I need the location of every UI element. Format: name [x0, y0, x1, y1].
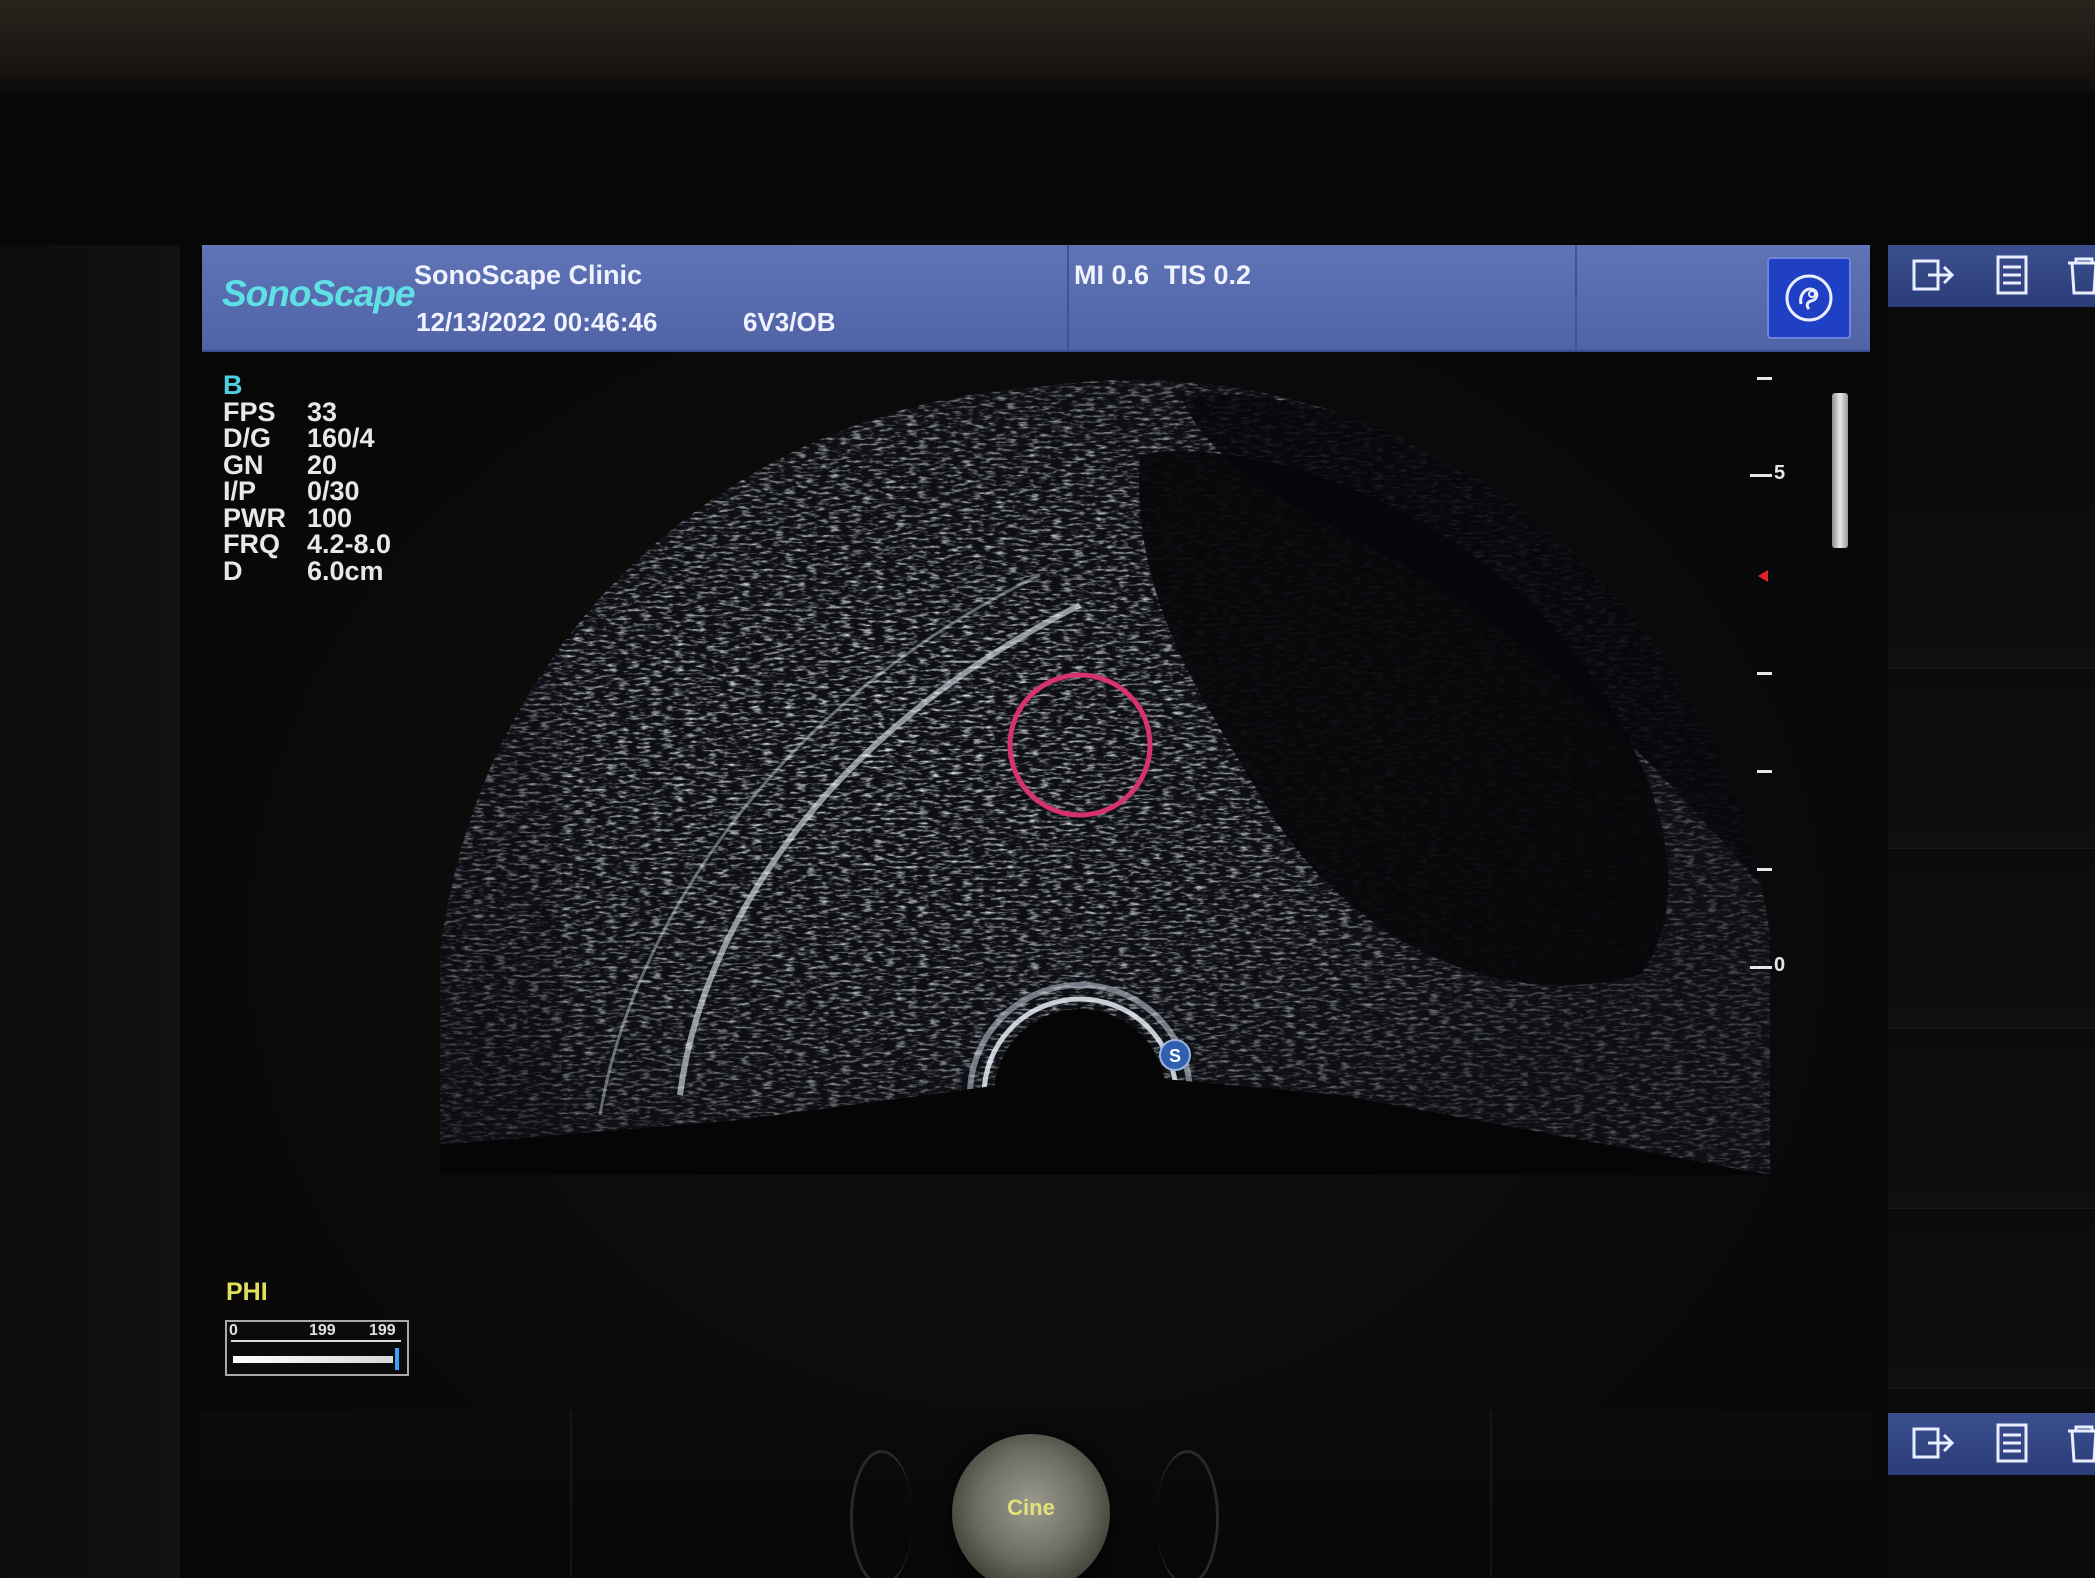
thumbnail-slot[interactable] — [1888, 1030, 2095, 1209]
header-divider — [1575, 245, 1577, 350]
param-value: 33 — [307, 396, 338, 427]
probe-preset: 6V3/OB — [743, 307, 836, 337]
param-key: D — [223, 555, 243, 586]
mi-tis-readout: MI 0.6 TIS 0.2 — [1074, 260, 1252, 290]
param-row: PWR 100 — [223, 502, 391, 533]
delete-icon[interactable] — [2060, 255, 2095, 295]
depth-tick — [1757, 672, 1772, 675]
cine-button[interactable]: Cine — [952, 1434, 1110, 1578]
thumbnail-slot[interactable] — [1888, 850, 2095, 1029]
param-key: GN — [223, 449, 264, 480]
thumbnail-slot[interactable] — [1888, 490, 2095, 669]
param-key: D/G — [223, 423, 272, 453]
param-value: 0/30 — [307, 476, 360, 506]
phi-slider-handle[interactable] — [395, 1348, 399, 1370]
thumbnail-slot[interactable] — [1888, 1210, 2095, 1389]
param-row: D 6.0cm — [223, 555, 391, 586]
export-icon[interactable] — [1910, 255, 1958, 295]
param-value: 160/4 — [307, 423, 375, 453]
param-row: FPS 33 — [223, 396, 391, 427]
depth-tick — [1750, 966, 1772, 969]
phi-scale-min: 0 — [229, 1322, 238, 1339]
depth-tick — [1757, 770, 1772, 773]
depth-tick — [1757, 868, 1772, 871]
param-key: I/P — [223, 476, 257, 506]
param-row: FRQ 4.2-8.0 — [223, 531, 391, 558]
fetus-icon[interactable] — [1767, 257, 1851, 339]
phi-scale-line — [231, 1340, 401, 1342]
param-row: D/G 160/4 — [223, 425, 391, 452]
phi-label: PHI — [226, 1278, 268, 1306]
param-key: PWR — [223, 502, 286, 533]
delete-icon[interactable] — [2060, 1423, 2095, 1463]
cine-forward-arc[interactable] — [1156, 1450, 1219, 1578]
report-icon[interactable] — [1988, 1423, 2036, 1463]
cine-rewind-arc[interactable] — [850, 1450, 913, 1578]
param-row: GN 20 — [223, 449, 391, 480]
param-key: FPS — [223, 396, 276, 427]
report-icon[interactable] — [1988, 255, 2036, 295]
left-panel — [0, 245, 180, 1578]
ultrasound-sector-image[interactable]: S — [440, 375, 1780, 1175]
focus-marker[interactable] — [1758, 570, 1768, 582]
depth-label: 5 — [1774, 462, 1786, 484]
exam-datetime: 12/13/2022 00:46:46 — [416, 307, 658, 337]
phi-bar — [233, 1356, 393, 1363]
acquisition-parameters: B FPS 33 D/G 160/4 GN 20 I/P 0/30 PWR 100 FRQ… — [223, 372, 391, 584]
sidebar-toolbar-bottom — [1888, 1413, 2095, 1475]
phi-scale-max: 199 — [369, 1322, 396, 1339]
imaging-mode: B — [223, 370, 243, 400]
grayscale-bar — [1832, 393, 1848, 548]
depth-tick — [1750, 474, 1772, 477]
cine-control: Cine — [840, 1420, 1220, 1578]
thumbnail-slot[interactable] — [1888, 670, 2095, 849]
header-divider — [1067, 245, 1069, 350]
sidebar-toolbar-top — [1888, 245, 2095, 307]
param-value: 4.2-8.0 — [307, 529, 392, 559]
phi-scale-mid: 199 — [309, 1322, 336, 1339]
clinic-name: SonoScape Clinic — [414, 260, 643, 290]
sonoscape-logo: SonoScape — [222, 273, 415, 314]
depth-scale: 5 0 — [1740, 370, 1800, 980]
export-icon[interactable] — [1910, 1423, 1958, 1463]
depth-tick — [1757, 377, 1772, 380]
right-sidebar — [1888, 245, 2095, 1578]
orientation-marker: S — [1159, 1039, 1191, 1071]
phi-gauge[interactable]: 0 199 199 — [225, 1320, 409, 1376]
depth-label: 0 — [1774, 954, 1786, 976]
param-value: 20 — [307, 449, 338, 480]
param-value: 100 — [307, 502, 353, 533]
header-bar: SonoScape SonoScape Clinic 12/13/2022 00… — [202, 245, 1870, 352]
param-value: 6.0cm — [307, 555, 384, 586]
param-key: FRQ — [223, 529, 280, 559]
svg-text:S: S — [1169, 1046, 1181, 1066]
param-row: I/P 0/30 — [223, 478, 391, 505]
cine-label: Cine — [1007, 1495, 1055, 1520]
divider — [1490, 1410, 1492, 1578]
photo-of-ultrasound-monitor: { "header": { "logo": "SonoScape", "clin… — [0, 0, 2095, 1578]
divider — [570, 1410, 572, 1578]
